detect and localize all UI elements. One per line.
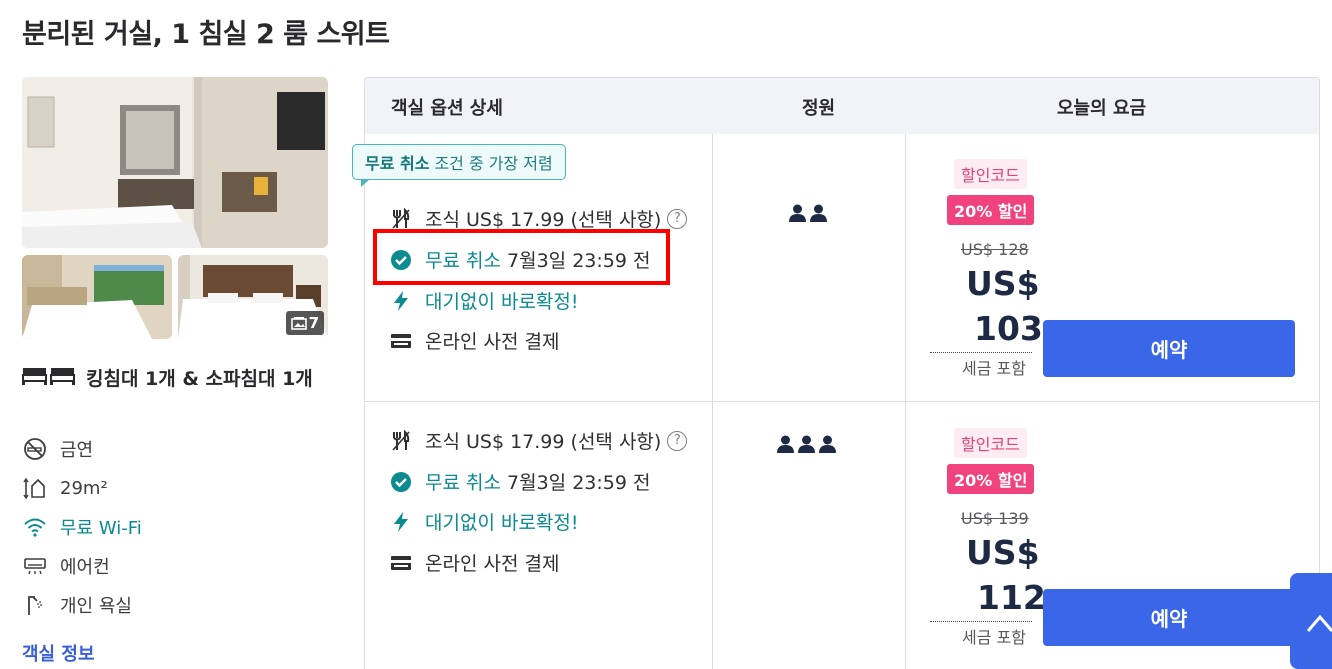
room-photo-main[interactable] — [22, 77, 328, 248]
promo-code-tag: 할인코드 — [954, 428, 1027, 458]
original-price: US$ 139 — [961, 509, 1029, 528]
price-divider — [930, 621, 1032, 622]
person-icon — [819, 435, 836, 453]
payment-text: 온라인 사전 결제 — [425, 553, 560, 575]
offer-2-guests — [777, 435, 836, 453]
offer-2-payment: 온라인 사전 결제 — [389, 549, 559, 576]
amenity-room-size: 29m² — [22, 475, 108, 501]
room-photo-thumb-1[interactable] — [22, 255, 172, 339]
price-amount: 103 — [974, 309, 1043, 348]
person-icon — [789, 204, 806, 222]
lightning-icon — [389, 289, 413, 313]
air-conditioner-icon — [22, 553, 48, 579]
header-capacity: 정원 — [802, 98, 836, 119]
book-button[interactable]: 예약 — [1043, 589, 1295, 646]
amenity-air-conditioner: 에어컨 — [22, 553, 110, 579]
person-icon — [777, 435, 794, 453]
bed-icon — [22, 363, 76, 397]
tax-note: 세금 포함 — [962, 359, 1026, 378]
row-divider — [365, 401, 1319, 402]
amenity-label: 금연 — [60, 440, 94, 461]
photo-count: 7 — [308, 314, 319, 332]
tax-note: 세금 포함 — [962, 628, 1026, 647]
header-room-options: 객실 옵션 상세 — [391, 98, 503, 119]
price-currency: US$ — [966, 533, 1040, 572]
room-photo-thumb-1-image — [22, 255, 172, 339]
amenity-private-bath: 개인 욕실 — [22, 592, 132, 618]
amenity-label: 29m² — [60, 477, 108, 499]
person-icon — [810, 204, 827, 222]
amenity-label: 무료 Wi-Fi — [60, 518, 142, 539]
offer-2-breakfast: 조식 US$ 17.99 (선택 사항) ? — [389, 427, 688, 454]
amenity-wifi: 무료 Wi-Fi — [22, 514, 142, 540]
instant-confirm-text: 대기없이 바로확정! — [425, 291, 579, 313]
person-icon — [798, 435, 815, 453]
cancel-deadline: 7월3일 23:59 전 — [507, 472, 651, 494]
offer-1-instant-confirm: 대기없이 바로확정! — [389, 287, 579, 314]
photo-count-badge[interactable]: 7 — [285, 311, 324, 335]
bed-configuration: 킹침대 1개 & 소파침대 1개 — [22, 362, 332, 397]
shower-icon — [22, 592, 48, 618]
gallery-icon — [290, 317, 307, 330]
room-size-icon — [22, 475, 48, 501]
cutlery-icon — [389, 429, 413, 453]
offer-1-breakfast: 조식 US$ 17.99 (선택 사항) ? — [389, 205, 688, 232]
promo-code-tag: 할인코드 — [954, 159, 1027, 189]
amenity-no-smoking: 금연 — [22, 436, 93, 462]
breakfast-text: 조식 US$ 17.99 (선택 사항) — [425, 431, 662, 453]
discount-tag: 20% 할인 — [947, 464, 1035, 494]
free-cancel-label: 무료 취소 — [425, 472, 501, 494]
amenity-label: 개인 욕실 — [60, 596, 132, 617]
room-title: 분리된 거실, 1 침실 2 룸 스위트 — [22, 19, 390, 50]
price-currency: US$ — [966, 264, 1040, 303]
payment-text: 온라인 사전 결제 — [425, 331, 560, 353]
credit-card-icon — [389, 329, 413, 353]
no-smoking-icon — [22, 436, 48, 462]
highlight-box — [373, 229, 670, 285]
original-price: US$ 128 — [961, 240, 1029, 259]
lightning-icon — [389, 510, 413, 534]
check-circle-icon — [389, 470, 413, 494]
price-divider — [930, 352, 1032, 353]
header-price: 오늘의 요금 — [1057, 98, 1147, 119]
credit-card-icon — [389, 551, 413, 575]
amenity-label: 에어컨 — [60, 557, 110, 578]
offer-2-free-cancel: 무료 취소 7월3일 23:59 전 — [389, 468, 650, 495]
room-photo-main-image — [22, 77, 328, 248]
offer-1-payment: 온라인 사전 결제 — [389, 327, 559, 354]
help-icon[interactable]: ? — [667, 208, 688, 229]
room-info-link[interactable]: 객실 정보 — [22, 640, 95, 666]
cheapest-free-cancel-badge: 무료 취소 조건 중 가장 저렴 — [352, 144, 566, 187]
offer-1-guests — [789, 204, 827, 222]
badge-pointer — [361, 179, 370, 187]
help-icon[interactable]: ? — [667, 430, 688, 451]
instant-confirm-text: 대기없이 바로확정! — [425, 512, 579, 534]
book-button[interactable]: 예약 — [1043, 320, 1295, 377]
offer-2-instant-confirm: 대기없이 바로확정! — [389, 508, 579, 535]
discount-tag: 20% 할인 — [947, 195, 1035, 225]
cutlery-icon — [389, 207, 413, 231]
table-header: 객실 옵션 상세 정원 오늘의 요금 — [365, 78, 1319, 134]
breakfast-text: 조식 US$ 17.99 (선택 사항) — [425, 209, 662, 231]
arrow-up-icon — [1306, 614, 1332, 632]
price-amount: 112 — [977, 578, 1046, 617]
scroll-to-top-button[interactable] — [1290, 573, 1332, 669]
bed-text: 킹침대 1개 & 소파침대 1개 — [86, 368, 313, 390]
badge-bold: 무료 취소 — [365, 154, 430, 173]
badge-text: 조건 중 가장 저렴 — [434, 154, 553, 173]
wifi-icon — [22, 514, 48, 540]
room-photo-thumb-2[interactable]: 7 — [178, 255, 328, 339]
